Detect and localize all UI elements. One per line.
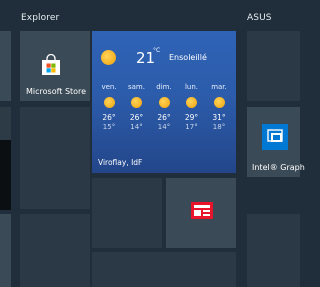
group-label-asus: ASUS (247, 13, 272, 23)
tile-partial-image (0, 140, 11, 210)
tile-empty-4[interactable] (92, 252, 236, 287)
forecast-high: 26° (129, 113, 144, 122)
forecast-day-name: ven. (101, 83, 117, 91)
tile-empty-2[interactable] (20, 214, 90, 287)
forecast-low: 15° (102, 123, 116, 131)
weather-condition: Ensoleillé (169, 53, 207, 62)
tile-empty-1[interactable] (20, 107, 90, 209)
forecast-day: dim. 26° 14° (152, 83, 176, 131)
forecast-low: 17° (185, 123, 198, 131)
weather-location: Viroflay, IdF (98, 158, 143, 167)
forecast-day: sam. 26° 14° (125, 83, 149, 131)
sun-icon (158, 97, 170, 108)
tile-empty-3[interactable] (92, 178, 162, 248)
tile-partial-left-top[interactable] (0, 31, 11, 101)
shopping-bag-icon (42, 54, 60, 75)
forecast-high: 26° (102, 113, 116, 122)
weather-forecast: ven. 26° 15° sam. 26° 14° dim. 26° 14° l… (97, 83, 231, 131)
group-label-explorer: Explorer (21, 13, 60, 23)
sun-icon (131, 97, 142, 108)
sun-icon (186, 97, 197, 108)
weather-unit: °C (153, 47, 161, 54)
forecast-day: mar. 31° 18° (207, 83, 231, 131)
sun-icon (103, 97, 115, 108)
sun-icon (101, 50, 116, 65)
tile-partial-left-middle[interactable] (0, 107, 11, 210)
tile-right-partial-top[interactable] (247, 31, 300, 101)
forecast-day: ven. 26° 15° (97, 83, 121, 131)
forecast-high: 29° (184, 113, 199, 122)
sun-icon (213, 97, 225, 108)
forecast-low: 18° (212, 123, 226, 131)
forecast-day-name: lun. (184, 83, 199, 91)
forecast-day-name: mar. (211, 83, 227, 91)
forecast-high: 31° (212, 113, 226, 122)
forecast-high: 26° (157, 113, 171, 122)
intel-graphics-icon (262, 124, 288, 150)
forecast-day-name: sam. (128, 83, 145, 91)
tile-label-intel-graphics: Intel® Graph (252, 163, 305, 172)
tile-right-partial-bottom[interactable] (247, 214, 300, 287)
tile-label-microsoft-store: Microsoft Store (26, 87, 87, 96)
forecast-low: 14° (130, 123, 143, 131)
forecast-low: 14° (157, 123, 171, 131)
tile-partial-left-bottom[interactable] (0, 214, 11, 287)
tile-weather[interactable]: 21 °C Ensoleillé ven. 26° 15° sam. 26° 1… (92, 31, 236, 173)
forecast-day-name: dim. (156, 83, 172, 91)
forecast-day: lun. 29° 17° (180, 83, 204, 131)
red-app-icon (191, 202, 213, 219)
